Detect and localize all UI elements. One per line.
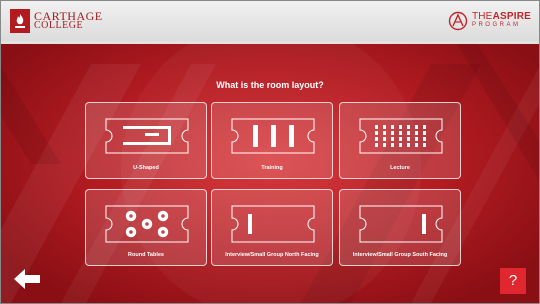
option-lecture[interactable]: Lecture (339, 102, 461, 179)
carthage-logo: CARTHAGE COLLEGE (10, 9, 103, 33)
header-bar: CARTHAGE COLLEGE THEASPIRE PROGRAM (1, 1, 539, 44)
aspire-a-icon (448, 11, 468, 31)
option-label: Training (261, 165, 283, 171)
round-tables-layout-icon (105, 205, 189, 243)
option-label: Lecture (390, 165, 410, 171)
option-south-facing[interactable]: Interview/Small Group South Facing (339, 189, 461, 266)
arrow-left-icon (14, 269, 40, 289)
training-layout-icon (231, 118, 315, 154)
question-title: What is the room layout? (216, 80, 324, 90)
option-round-tables[interactable]: Round Tables (85, 189, 207, 266)
u-shaped-layout-icon (105, 118, 189, 154)
lecture-layout-icon (359, 118, 443, 154)
aspire-logo: THEASPIRE PROGRAM (448, 11, 531, 31)
option-label: U-Shaped (133, 165, 159, 171)
option-label: Interview/Small Group North Facing (225, 252, 319, 258)
aspire-program: PROGRAM (471, 22, 521, 28)
help-button[interactable]: ? (500, 268, 526, 294)
south-facing-layout-icon (359, 205, 443, 243)
option-label: Round Tables (128, 252, 164, 258)
option-north-facing[interactable]: Interview/Small Group North Facing (211, 189, 333, 266)
option-label: Interview/Small Group South Facing (352, 252, 448, 258)
main-stage: What is the room layout? U-Shaped Traini… (1, 44, 539, 303)
back-button[interactable] (13, 268, 41, 290)
option-training[interactable]: Training (211, 102, 333, 179)
north-facing-layout-icon (231, 205, 315, 243)
flame-seal-icon (10, 9, 30, 33)
option-u-shaped[interactable]: U-Shaped (85, 102, 207, 179)
app-window: CARTHAGE COLLEGE THEASPIRE PROGRAM What … (0, 0, 540, 304)
